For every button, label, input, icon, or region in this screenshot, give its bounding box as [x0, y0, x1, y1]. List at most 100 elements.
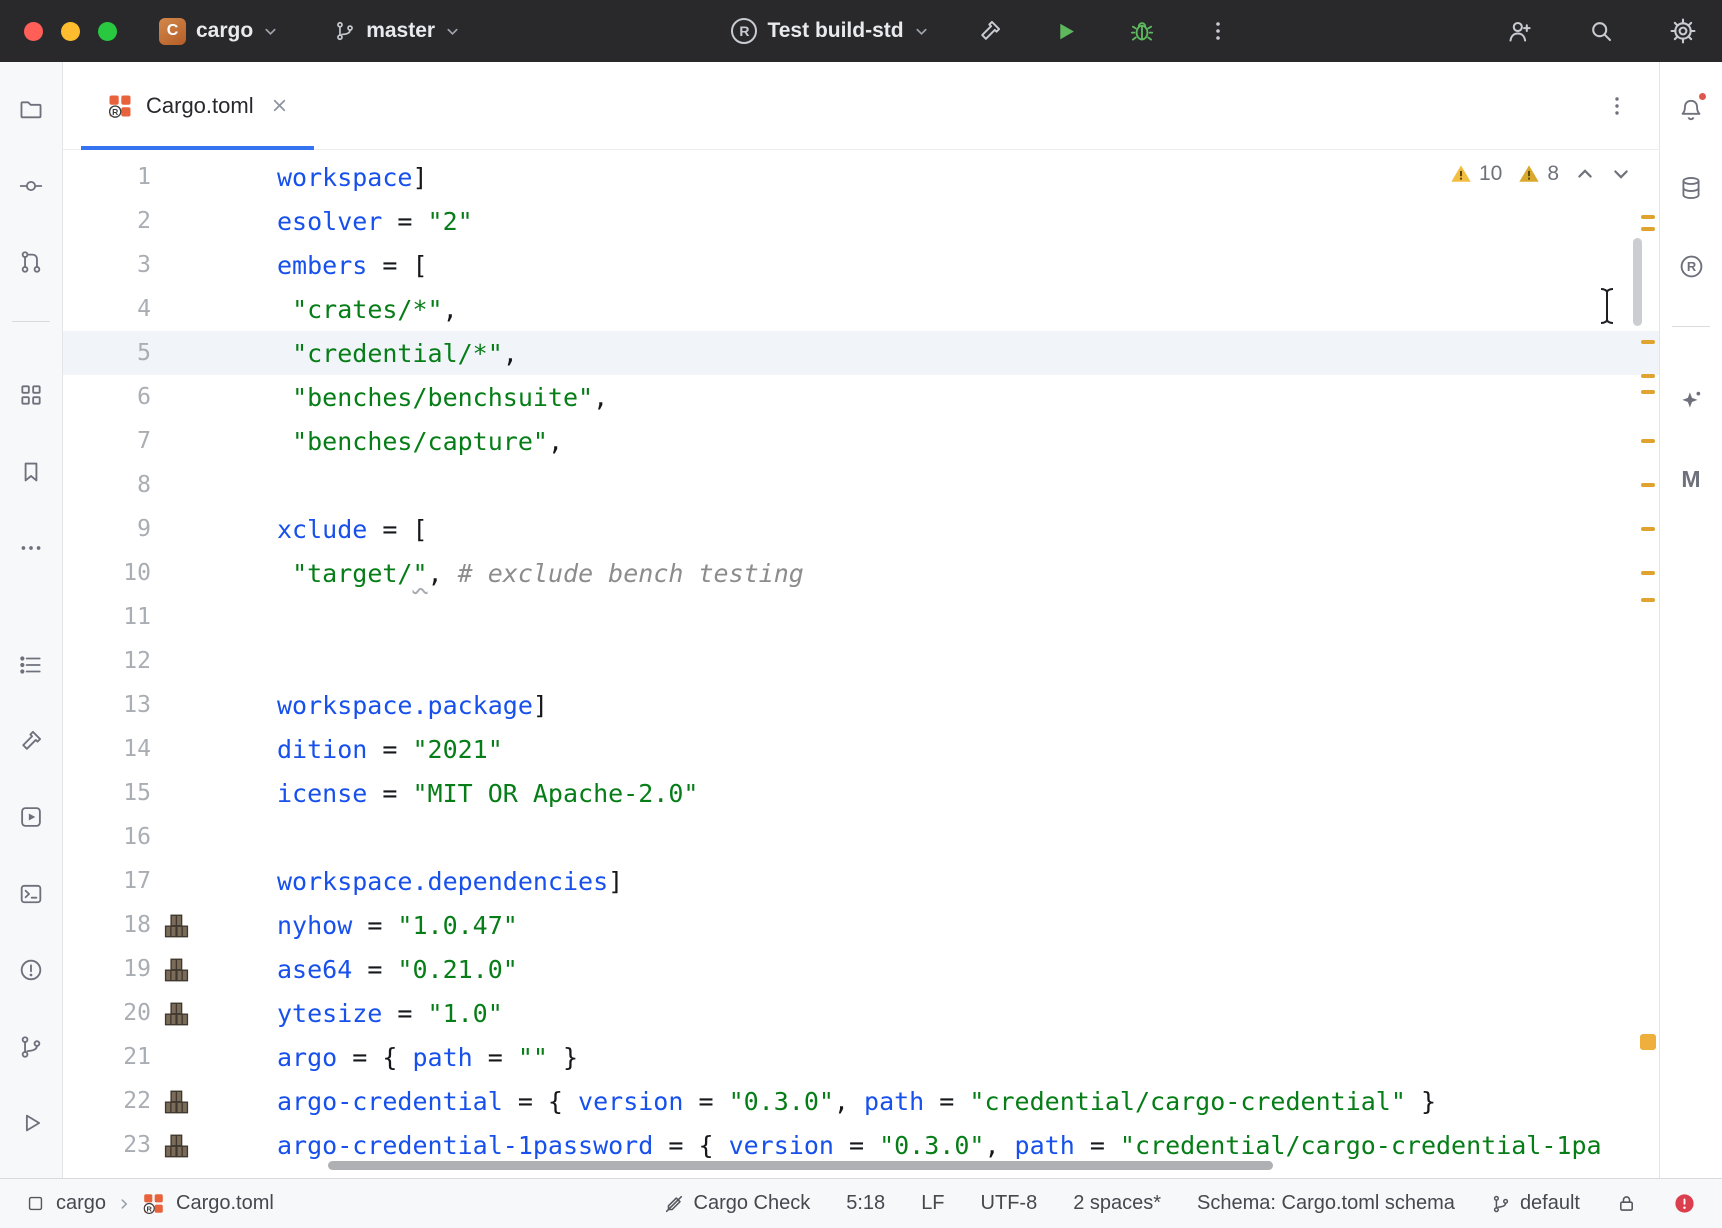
- code-line[interactable]: 18nyhow = "1.0.47": [63, 903, 1659, 947]
- line-number[interactable]: 10: [63, 560, 151, 586]
- line-number[interactable]: 17: [63, 868, 151, 894]
- code-line[interactable]: 17workspace.dependencies]: [63, 859, 1659, 903]
- line-number[interactable]: 4: [63, 296, 151, 322]
- code-line[interactable]: 9xclude = [: [63, 507, 1659, 551]
- encoding-widget[interactable]: UTF-8: [981, 1192, 1038, 1215]
- line-number[interactable]: 13: [63, 692, 151, 718]
- editor[interactable]: 1workspace]2esolver = "2"3embers = [4 "c…: [63, 150, 1659, 1178]
- minimize-window-button[interactable]: [61, 22, 80, 41]
- debug-button[interactable]: [1127, 16, 1157, 46]
- line-number[interactable]: 21: [63, 1044, 151, 1070]
- line-number[interactable]: 18: [63, 912, 151, 938]
- close-window-button[interactable]: [24, 22, 43, 41]
- line-number[interactable]: 2: [63, 208, 151, 234]
- caret-position-widget[interactable]: 5:18: [846, 1192, 885, 1215]
- indent-widget[interactable]: 2 spaces*: [1073, 1192, 1161, 1215]
- vcs-branch-widget[interactable]: master: [334, 19, 460, 43]
- project-widget[interactable]: C cargo: [159, 18, 278, 45]
- code-line[interactable]: 2esolver = "2": [63, 199, 1659, 243]
- line-number[interactable]: 12: [63, 648, 151, 674]
- warning-stripe-block[interactable]: [1640, 1034, 1656, 1050]
- code-line[interactable]: 11: [63, 595, 1659, 639]
- code-line[interactable]: 6 "benches/benchsuite",: [63, 375, 1659, 419]
- warnings-badge[interactable]: 10: [1450, 162, 1502, 186]
- schema-widget[interactable]: Schema: Cargo.toml schema: [1197, 1192, 1455, 1215]
- horizontal-scrollbar[interactable]: [328, 1161, 1273, 1170]
- code-line[interactable]: 4 "crates/*",: [63, 287, 1659, 331]
- warning-stripe-mark[interactable]: [1641, 527, 1655, 531]
- run-button[interactable]: [1051, 16, 1081, 46]
- line-number[interactable]: 20: [63, 1000, 151, 1026]
- line-number[interactable]: 9: [63, 516, 151, 542]
- tab-cargo-toml[interactable]: R Cargo.toml: [81, 62, 314, 149]
- breadcrumb-file[interactable]: Cargo.toml: [176, 1192, 274, 1215]
- build-tool-button[interactable]: [9, 720, 53, 762]
- code-line[interactable]: 22argo-credential = { version = "0.3.0",…: [63, 1079, 1659, 1123]
- line-number[interactable]: 5: [63, 340, 151, 366]
- warning-stripe-mark[interactable]: [1641, 227, 1655, 231]
- run-tool-button[interactable]: [9, 1102, 53, 1144]
- more-actions-button[interactable]: [1203, 16, 1233, 46]
- line-number[interactable]: 7: [63, 428, 151, 454]
- line-number[interactable]: 1: [63, 164, 151, 190]
- build-button[interactable]: [975, 16, 1005, 46]
- rust-toolchain-button[interactable]: R: [1669, 244, 1713, 288]
- code-line[interactable]: 5 "credential/*",: [63, 331, 1659, 375]
- warning-stripe-mark[interactable]: [1641, 340, 1655, 344]
- warning-stripe-mark[interactable]: [1641, 598, 1655, 602]
- line-number[interactable]: 14: [63, 736, 151, 762]
- line-number[interactable]: 16: [63, 824, 151, 850]
- notifications-button[interactable]: [1669, 88, 1713, 132]
- close-tab-icon[interactable]: [271, 97, 288, 114]
- cargo-check-widget[interactable]: Cargo Check: [663, 1192, 811, 1215]
- tab-options-button[interactable]: [1605, 94, 1629, 118]
- project-tool-button[interactable]: [9, 88, 53, 130]
- line-number[interactable]: 19: [63, 956, 151, 982]
- warning-stripe-mark[interactable]: [1641, 439, 1655, 443]
- previous-problem-button[interactable]: [1575, 164, 1595, 184]
- line-number[interactable]: 11: [63, 604, 151, 630]
- more-tool-windows-button[interactable]: [9, 527, 53, 569]
- letter-m-tool-button[interactable]: M: [1669, 457, 1713, 501]
- code-line[interactable]: 19ase64 = "0.21.0": [63, 947, 1659, 991]
- code-line[interactable]: 13workspace.package]: [63, 683, 1659, 727]
- run-configuration-selector[interactable]: R Test build-std: [731, 18, 928, 44]
- weak-warnings-badge[interactable]: 8: [1518, 162, 1559, 186]
- search-everywhere-button[interactable]: [1586, 16, 1616, 46]
- code-line[interactable]: 16: [63, 815, 1659, 859]
- todo-tool-button[interactable]: [9, 644, 53, 686]
- pull-requests-tool-button[interactable]: [9, 241, 53, 283]
- write-access-toggle[interactable]: [1616, 1193, 1637, 1214]
- line-number[interactable]: 15: [63, 780, 151, 806]
- problems-tool-button[interactable]: [9, 949, 53, 991]
- breadcrumb-project[interactable]: cargo: [56, 1192, 106, 1215]
- next-problem-button[interactable]: [1611, 164, 1631, 184]
- line-separator-widget[interactable]: LF: [921, 1192, 944, 1215]
- warning-stripe-mark[interactable]: [1641, 215, 1655, 219]
- warning-stripe-mark[interactable]: [1641, 374, 1655, 378]
- line-number[interactable]: 22: [63, 1088, 151, 1114]
- error-indicator[interactable]: [1673, 1192, 1696, 1215]
- code-line[interactable]: 21argo = { path = "" }: [63, 1035, 1659, 1079]
- vcs-widget[interactable]: default: [1491, 1192, 1580, 1215]
- vcs-tool-button[interactable]: [9, 1025, 53, 1067]
- zoom-window-button[interactable]: [98, 22, 117, 41]
- bookmarks-tool-button[interactable]: [9, 450, 53, 492]
- code-line[interactable]: 10 "target/", # exclude bench testing: [63, 551, 1659, 595]
- code-line[interactable]: 7 "benches/capture",: [63, 419, 1659, 463]
- settings-button[interactable]: [1668, 16, 1698, 46]
- database-tool-button[interactable]: [1669, 166, 1713, 210]
- line-number[interactable]: 8: [63, 472, 151, 498]
- code-line[interactable]: 20ytesize = "1.0": [63, 991, 1659, 1035]
- warning-stripe-mark[interactable]: [1641, 571, 1655, 575]
- code-line[interactable]: 8: [63, 463, 1659, 507]
- inspections-widget[interactable]: 10 8: [1450, 162, 1631, 186]
- services-tool-button[interactable]: [9, 796, 53, 838]
- code-with-me-button[interactable]: [1504, 16, 1534, 46]
- line-number[interactable]: 6: [63, 384, 151, 410]
- code-line[interactable]: 3embers = [: [63, 243, 1659, 287]
- warning-stripe-mark[interactable]: [1641, 390, 1655, 394]
- code-line[interactable]: 1workspace]: [63, 155, 1659, 199]
- warning-stripe-mark[interactable]: [1641, 483, 1655, 487]
- code-line[interactable]: 12: [63, 639, 1659, 683]
